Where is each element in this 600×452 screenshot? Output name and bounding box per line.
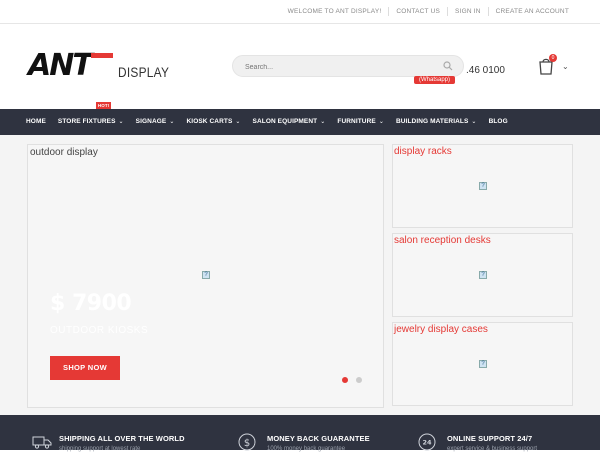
- main-nav: HOME STORE FIXTURES ⌄ HOT! SIGNAGE ⌄ KIOSK…: [0, 102, 600, 135]
- hero-price: $ 7900: [50, 291, 132, 316]
- nav-label: SALON EQUIPMENT: [252, 118, 318, 125]
- nav-item-home[interactable]: HOME: [20, 109, 52, 135]
- feature-title: ONLINE SUPPORT 24/7: [447, 434, 533, 443]
- top-bar: WELCOME TO ANT DISPLAY! CONTACT US SIGN …: [0, 0, 600, 24]
- whatsapp-badge[interactable]: (Whatsapp): [414, 76, 456, 84]
- features-bar: SHIPPING ALL OVER THE WORLD shipping sup…: [0, 415, 600, 452]
- nav-items: HOME STORE FIXTURES ⌄ HOT! SIGNAGE ⌄ KIOSK…: [20, 102, 514, 135]
- welcome-text: WELCOME TO ANT DISPLAY!: [287, 8, 382, 15]
- search-input[interactable]: [243, 57, 433, 78]
- chevron-down-icon: ⌄: [235, 119, 241, 125]
- cart-button[interactable]: 0: [538, 54, 557, 77]
- nav-item-building-materials[interactable]: BUILDING MATERIALS ⌄: [390, 109, 483, 135]
- hero-subtitle: OUTDOOR KIOSKS: [50, 325, 149, 336]
- shop-now-button[interactable]: SHOP NOW: [50, 356, 120, 380]
- nav-item-kiosk-carts[interactable]: KIOSK CARTS ⌄: [181, 109, 247, 135]
- broken-image-icon: ?: [479, 271, 487, 279]
- banner-display-racks[interactable]: display racks ?: [392, 144, 573, 228]
- site-logo[interactable]: ANT DISPLAY: [28, 48, 169, 86]
- nav-label: SIGNAGE: [135, 118, 167, 125]
- nav-label: STORE FIXTURES: [57, 118, 116, 125]
- chevron-down-icon: ⌄: [378, 119, 384, 125]
- feature-title: MONEY BACK GUARANTEE: [267, 434, 370, 443]
- search-icon[interactable]: [443, 61, 453, 71]
- dollar-icon: $: [238, 433, 256, 451]
- nav-label: HOME: [26, 118, 46, 125]
- banner-alt-text: display racks: [394, 146, 452, 157]
- feature-subtitle: shipping support at lowest rate: [59, 446, 141, 452]
- nav-label: FURNITURE: [337, 118, 376, 125]
- nav-item-salon-equipment[interactable]: SALON EQUIPMENT ⌄: [247, 109, 332, 135]
- broken-image-icon: ?: [202, 271, 210, 279]
- svg-text:$: $: [244, 438, 250, 449]
- phone-number[interactable]: .46 0100: [466, 65, 505, 76]
- support-24-icon: 24: [418, 433, 436, 451]
- hot-badge: HOT!: [95, 102, 112, 109]
- chevron-down-icon[interactable]: ⌄: [562, 62, 569, 71]
- nav-label: BLOG: [488, 118, 508, 125]
- feature-subtitle: 100% money back guarantee: [267, 446, 346, 452]
- feature-subtitle: expert service & business support: [447, 446, 538, 452]
- banner-alt-text: salon reception desks: [394, 235, 491, 246]
- nav-item-blog[interactable]: BLOG: [483, 109, 514, 135]
- main-content: outdoor display ? $ 7900 OUTDOOR KIOSKS …: [0, 135, 600, 415]
- contact-us-link[interactable]: CONTACT US: [388, 7, 447, 16]
- nav-item-signage[interactable]: SIGNAGE ⌄: [130, 109, 181, 135]
- sign-in-link[interactable]: SIGN IN: [447, 7, 488, 16]
- nav-label: KIOSK CARTS: [186, 118, 233, 125]
- top-links: WELCOME TO ANT DISPLAY! CONTACT US SIGN …: [281, 7, 576, 16]
- header: ANT DISPLAY .46 0100 (Whatsapp) 0 ⌄: [0, 24, 600, 109]
- logo-main-text: ANT: [28, 48, 93, 83]
- svg-text:24: 24: [422, 439, 432, 447]
- chevron-down-icon: ⌄: [169, 119, 175, 125]
- cart-count-badge: 0: [549, 54, 557, 62]
- nav-item-store-fixtures[interactable]: STORE FIXTURES ⌄ HOT!: [52, 102, 130, 135]
- feature-title: SHIPPING ALL OVER THE WORLD: [59, 434, 185, 443]
- logo-sub-text: DISPLAY: [118, 64, 170, 80]
- chevron-down-icon: ⌄: [471, 119, 477, 125]
- create-account-link[interactable]: CREATE AN ACCOUNT: [487, 7, 576, 16]
- broken-image-icon: ?: [479, 182, 487, 190]
- banner-alt-text: jewelry display cases: [394, 324, 488, 335]
- nav-item-furniture[interactable]: FURNITURE ⌄: [331, 109, 390, 135]
- hero-image-alt: outdoor display: [30, 147, 98, 158]
- chevron-down-icon: ⌄: [320, 119, 326, 125]
- slider-dot-2[interactable]: [356, 377, 362, 383]
- slider-dot-1[interactable]: [342, 377, 348, 383]
- nav-label: BUILDING MATERIALS: [395, 118, 469, 125]
- chevron-down-icon: ⌄: [118, 119, 124, 125]
- truck-icon: [32, 436, 52, 449]
- search-box: [232, 55, 464, 78]
- banner-salon-reception-desks[interactable]: salon reception desks ?: [392, 233, 573, 317]
- slider-dots: [342, 377, 362, 383]
- banner-jewelry-display-cases[interactable]: jewelry display cases ?: [392, 322, 573, 406]
- hero-slider[interactable]: outdoor display ? $ 7900 OUTDOOR KIOSKS …: [27, 144, 384, 408]
- broken-image-icon: ?: [479, 360, 487, 368]
- logo-accent-bar: [91, 53, 113, 58]
